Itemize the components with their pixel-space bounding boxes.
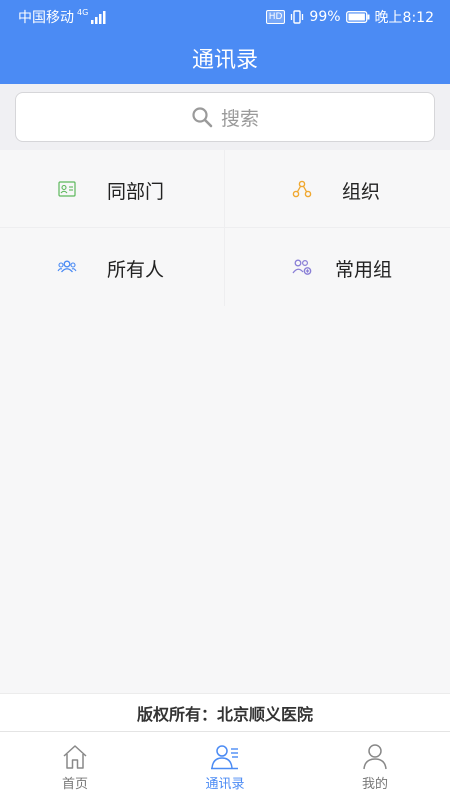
tab-label: 首页 [61,777,88,792]
menu-item-same-department[interactable]: 同部门 [0,150,225,228]
tab-mine[interactable]: 我的 [300,732,450,800]
search-icon [192,107,213,128]
copyright-text: 版权所有：北京顺义医院 [136,704,313,724]
status-bar: 中国移动 4G HD 99% 晚上8:12 [0,0,450,32]
copyright-footer: 版权所有：北京顺义医院 [0,693,450,731]
id-card-icon [57,179,77,199]
tab-label: 通讯录 [205,777,245,792]
bottom-tab-bar: 首页 通讯录 我的 [0,731,450,800]
contact-menu-grid: 同部门 组织 所有人 常用组 [0,150,450,306]
contacts-icon [210,741,240,771]
menu-label: 常用组 [335,259,393,281]
search-placeholder: 搜索 [220,107,259,130]
tab-label: 我的 [361,777,388,792]
home-icon [61,741,89,771]
menu-label: 同部门 [107,181,165,203]
search-area: 搜索 [0,84,450,150]
menu-item-common-groups[interactable]: 常用组 [225,228,450,306]
network-label: 4G [77,8,89,17]
navigation-bar: 通讯录 [0,32,450,84]
menu-item-everyone[interactable]: 所有人 [0,228,225,306]
users-icon [57,257,77,277]
clock: 晚上8:12 [374,10,434,26]
battery-percent: 99% [309,9,341,25]
org-chart-icon [292,179,312,199]
tab-home[interactable]: 首页 [0,732,150,800]
search-input[interactable]: 搜索 [15,92,435,142]
menu-label: 所有人 [107,259,165,281]
page-title: 通讯录 [191,48,258,73]
group-icon [292,257,312,277]
hd-badge: HD [265,10,286,24]
tab-contacts[interactable]: 通讯录 [150,732,300,800]
menu-item-organization[interactable]: 组织 [225,150,450,228]
vibrate-icon [291,10,304,24]
signal-icon [91,10,106,24]
menu-label: 组织 [342,181,381,203]
carrier-label: 中国移动 [18,10,74,26]
user-icon [362,741,388,771]
battery-icon [345,11,370,23]
